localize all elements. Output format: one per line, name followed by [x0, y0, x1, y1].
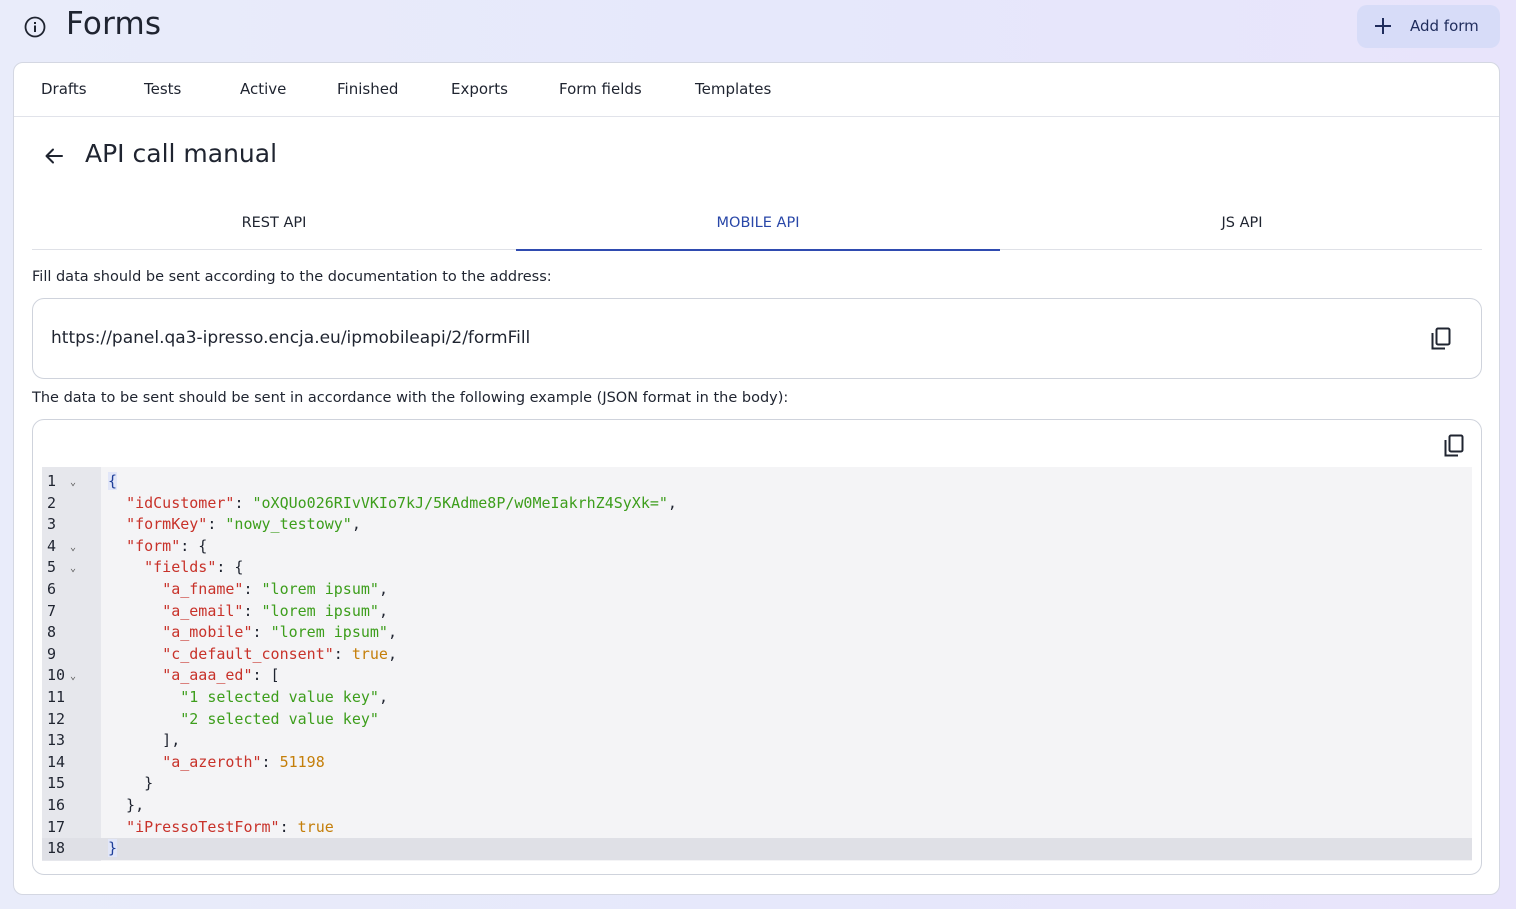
code-text: "c_default_consent": true,	[162, 644, 397, 663]
section-title: API call manual	[85, 139, 278, 168]
code-text: ],	[108, 731, 181, 750]
line-number: 15	[47, 774, 66, 793]
code-text: "a_fname": "lorem ipsum",	[162, 580, 388, 598]
top-bar: Forms Add form	[0, 0, 1516, 58]
code-text: }	[108, 839, 118, 858]
code-text: "a_mobile": "lorem ipsum",	[162, 623, 397, 642]
code-line: 5 ⌄ "fields": {	[42, 557, 1472, 579]
add-form-button[interactable]: Add form	[1357, 5, 1500, 48]
code-text: "a_aaa_ed": [	[162, 666, 280, 685]
code-text: "a_email": "lorem ipsum",	[162, 601, 388, 620]
line-number: 2	[47, 493, 57, 512]
fold-chevron-icon[interactable]: ⌄	[70, 666, 76, 688]
json-example-box: 1 ⌄{2 "idCustomer": "oXQUo026RIvVKIo7kJ/5…	[32, 419, 1482, 875]
code-text: "2 selected value key"	[180, 709, 379, 728]
code-line: 18}	[42, 838, 1472, 860]
tab-mobile-api[interactable]: MOBILE API	[516, 195, 1000, 251]
example-description: The data to be sent should be sent in ac…	[32, 390, 789, 406]
line-number: 12	[47, 709, 66, 728]
copy-icon[interactable]	[1430, 327, 1452, 351]
copy-code-icon[interactable]	[1443, 434, 1465, 458]
forms-tab-bar: Drafts Tests Active Finished Exports For…	[14, 63, 1499, 117]
code-text: },	[108, 796, 145, 814]
code-text: {	[108, 472, 118, 490]
fold-chevron-icon[interactable]: ⌄	[70, 537, 76, 559]
code-line: 8 "a_mobile": "lorem ipsum",	[42, 622, 1472, 644]
endpoint-url[interactable]: https://panel.qa3-ipresso.encja.eu/ipmob…	[51, 328, 530, 348]
line-number: 7	[47, 601, 57, 620]
code-line: 17 "iPressoTestForm": true	[42, 817, 1472, 839]
code-text: "iPressoTestForm": true	[126, 817, 334, 836]
code-line: 7 "a_email": "lorem ipsum",	[42, 601, 1472, 623]
code-text: "fields": {	[144, 558, 244, 577]
page-title: Forms	[66, 6, 162, 42]
code-line: 12 "2 selected value key"	[42, 709, 1472, 731]
code-text: "formKey": "nowy_testowy",	[126, 515, 361, 534]
tab-rest-api[interactable]: REST API	[32, 195, 516, 250]
tab-drafts[interactable]: Drafts	[41, 80, 87, 98]
code-editor[interactable]: 1 ⌄{2 "idCustomer": "oXQUo026RIvVKIo7kJ/5…	[42, 467, 1472, 861]
add-form-label: Add form	[1410, 17, 1479, 35]
code-line: 11 "1 selected value key",	[42, 687, 1472, 709]
code-text: "1 selected value key",	[180, 688, 388, 706]
code-line: 14 "a_azeroth": 51198	[42, 752, 1472, 774]
code-text: }	[108, 774, 154, 793]
code-text: "form": {	[126, 536, 208, 555]
fold-chevron-icon[interactable]: ⌄	[70, 558, 76, 580]
tab-form-fields[interactable]: Form fields	[559, 80, 642, 98]
code-line: 6 "a_fname": "lorem ipsum",	[42, 579, 1472, 601]
line-number: 17	[47, 817, 66, 836]
tab-templates[interactable]: Templates	[695, 80, 771, 98]
tab-exports[interactable]: Exports	[451, 80, 508, 98]
arrow-back-icon[interactable]	[43, 145, 65, 167]
tab-tests[interactable]: Tests	[144, 80, 181, 98]
line-number: 9	[47, 644, 57, 663]
fill-description: Fill data should be sent according to th…	[32, 269, 552, 285]
line-number: 3	[47, 515, 57, 534]
endpoint-url-box: https://panel.qa3-ipresso.encja.eu/ipmob…	[32, 298, 1482, 379]
tab-finished[interactable]: Finished	[337, 80, 398, 98]
line-number: 8	[47, 623, 57, 642]
line-number: 11	[47, 688, 66, 706]
line-number: 6	[47, 580, 57, 598]
line-number: 14	[47, 752, 66, 771]
code-line: 10 ⌄ "a_aaa_ed": [	[42, 665, 1472, 687]
code-line: 3 "formKey": "nowy_testowy",	[42, 514, 1472, 536]
tab-active[interactable]: Active	[240, 80, 286, 98]
code-line: 13 ],	[42, 730, 1472, 752]
code-line: 2 "idCustomer": "oXQUo026RIvVKIo7kJ/5KAd…	[42, 493, 1472, 515]
code-line: 9 "c_default_consent": true,	[42, 644, 1472, 666]
code-text: "a_azeroth": 51198	[162, 752, 325, 771]
info-icon[interactable]	[24, 16, 46, 38]
code-line: 16 },	[42, 795, 1472, 817]
code-line: 15 }	[42, 773, 1472, 795]
line-number: 18	[47, 839, 66, 858]
main-card: Drafts Tests Active Finished Exports For…	[13, 62, 1500, 895]
line-number: 16	[47, 796, 66, 814]
api-tab-bar: REST API MOBILE API JS API	[32, 195, 1484, 251]
code-line: 4 ⌄ "form": {	[42, 536, 1472, 558]
line-number: 13	[47, 731, 66, 750]
tab-js-api[interactable]: JS API	[1000, 195, 1484, 250]
code-text: "idCustomer": "oXQUo026RIvVKIo7kJ/5KAdme…	[126, 493, 677, 512]
code-line: 1 ⌄{	[42, 471, 1472, 493]
plus-icon	[1375, 18, 1391, 34]
fold-chevron-icon[interactable]: ⌄	[70, 472, 76, 494]
